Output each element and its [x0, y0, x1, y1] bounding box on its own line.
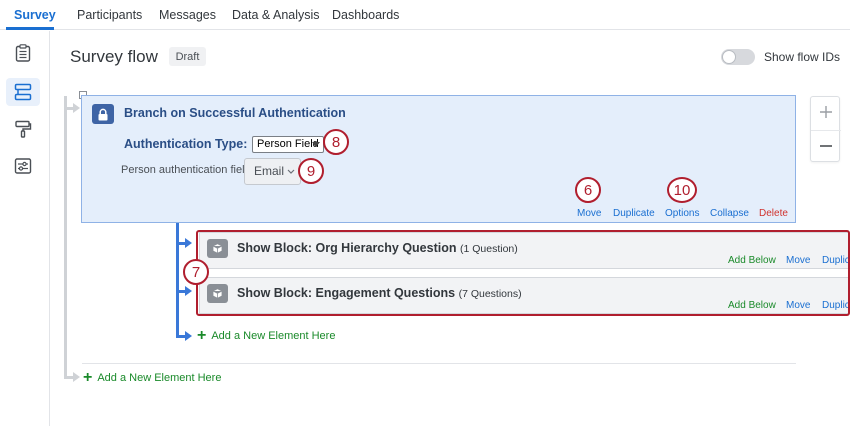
- authentication-type-select[interactable]: Person Field: [252, 136, 324, 153]
- add-new-element-outer-label: Add a New Element Here: [97, 372, 222, 384]
- authentication-type-label: Authentication Type:: [124, 137, 248, 151]
- rail-look-and-feel-button[interactable]: [6, 115, 40, 143]
- zoom-panel: [810, 96, 841, 162]
- toggle-knob: [722, 50, 736, 64]
- outer-arrow-bottom: [73, 372, 80, 382]
- person-authentication-field-value: Email: [254, 164, 285, 178]
- chevron-down-icon: [312, 142, 320, 147]
- lock-icon: [92, 104, 114, 124]
- branch-move-link[interactable]: Move: [577, 208, 601, 219]
- zoom-in-button[interactable]: [811, 97, 841, 127]
- person-authentication-field-select[interactable]: Email: [244, 158, 301, 185]
- add-new-element-inner[interactable]: + Add a New Element Here: [197, 327, 336, 344]
- inner-arrow-1: [185, 238, 192, 248]
- outer-arrow-top: [73, 103, 80, 113]
- survey-options-icon: [14, 158, 32, 174]
- survey-flow-icon: [14, 83, 32, 101]
- page-title: Survey flow: [70, 47, 158, 66]
- status-badge: Draft: [169, 47, 206, 66]
- branch-duplicate-link[interactable]: Duplicate: [613, 208, 655, 219]
- chevron-down-icon: [287, 169, 295, 174]
- show-flow-ids-toggle[interactable]: [721, 49, 755, 65]
- tab-data-analysis[interactable]: Data & Analysis: [232, 8, 320, 22]
- add-new-element-outer[interactable]: + Add a New Element Here: [83, 369, 222, 386]
- survey-icon: [15, 44, 31, 62]
- look-and-feel-icon: [15, 120, 32, 138]
- tab-participants[interactable]: Participants: [77, 8, 142, 22]
- tab-survey[interactable]: Survey: [14, 8, 56, 22]
- top-nav: Survey Participants Messages Data & Anal…: [0, 0, 850, 30]
- branch-collapse-link[interactable]: Collapse: [710, 208, 749, 219]
- authentication-type-value: Person Field: [257, 138, 319, 150]
- branch-delete-link[interactable]: Delete: [759, 208, 788, 219]
- show-flow-ids-label: Show flow IDs: [764, 50, 841, 64]
- outer-flow-line: [64, 96, 67, 378]
- zoom-out-button[interactable]: [811, 131, 841, 161]
- callout-9: 9: [298, 158, 324, 184]
- branch-title: Branch on Successful Authentication: [124, 106, 346, 120]
- plus-icon: [820, 106, 832, 118]
- rail-survey-button[interactable]: [6, 39, 40, 67]
- active-tab-indicator: [6, 27, 54, 30]
- branch-options-link[interactable]: Options: [665, 208, 699, 219]
- left-rail: [0, 31, 50, 426]
- add-new-element-inner-label: Add a New Element Here: [211, 330, 336, 342]
- inner-arrow-3: [185, 331, 192, 341]
- person-authentication-field-label: Person authentication field:: [121, 164, 254, 176]
- inner-flow-line: [176, 223, 179, 338]
- flow-divider: [82, 363, 796, 364]
- branch-element[interactable]: Branch on Successful Authentication Auth…: [81, 95, 796, 223]
- minus-icon: [820, 145, 832, 147]
- tab-dashboards[interactable]: Dashboards: [332, 8, 399, 22]
- rail-survey-options-button[interactable]: [6, 152, 40, 180]
- blocks-highlight-box: [196, 230, 850, 316]
- callout-6: 6: [575, 177, 601, 203]
- callout-7: 7: [183, 259, 209, 285]
- inner-arrow-2: [185, 286, 192, 296]
- callout-8: 8: [323, 129, 349, 155]
- callout-10: 10: [667, 177, 697, 203]
- rail-survey-flow-button[interactable]: [6, 78, 40, 106]
- plus-icon: +: [83, 369, 93, 386]
- tab-messages[interactable]: Messages: [159, 8, 216, 22]
- plus-icon: +: [197, 327, 207, 344]
